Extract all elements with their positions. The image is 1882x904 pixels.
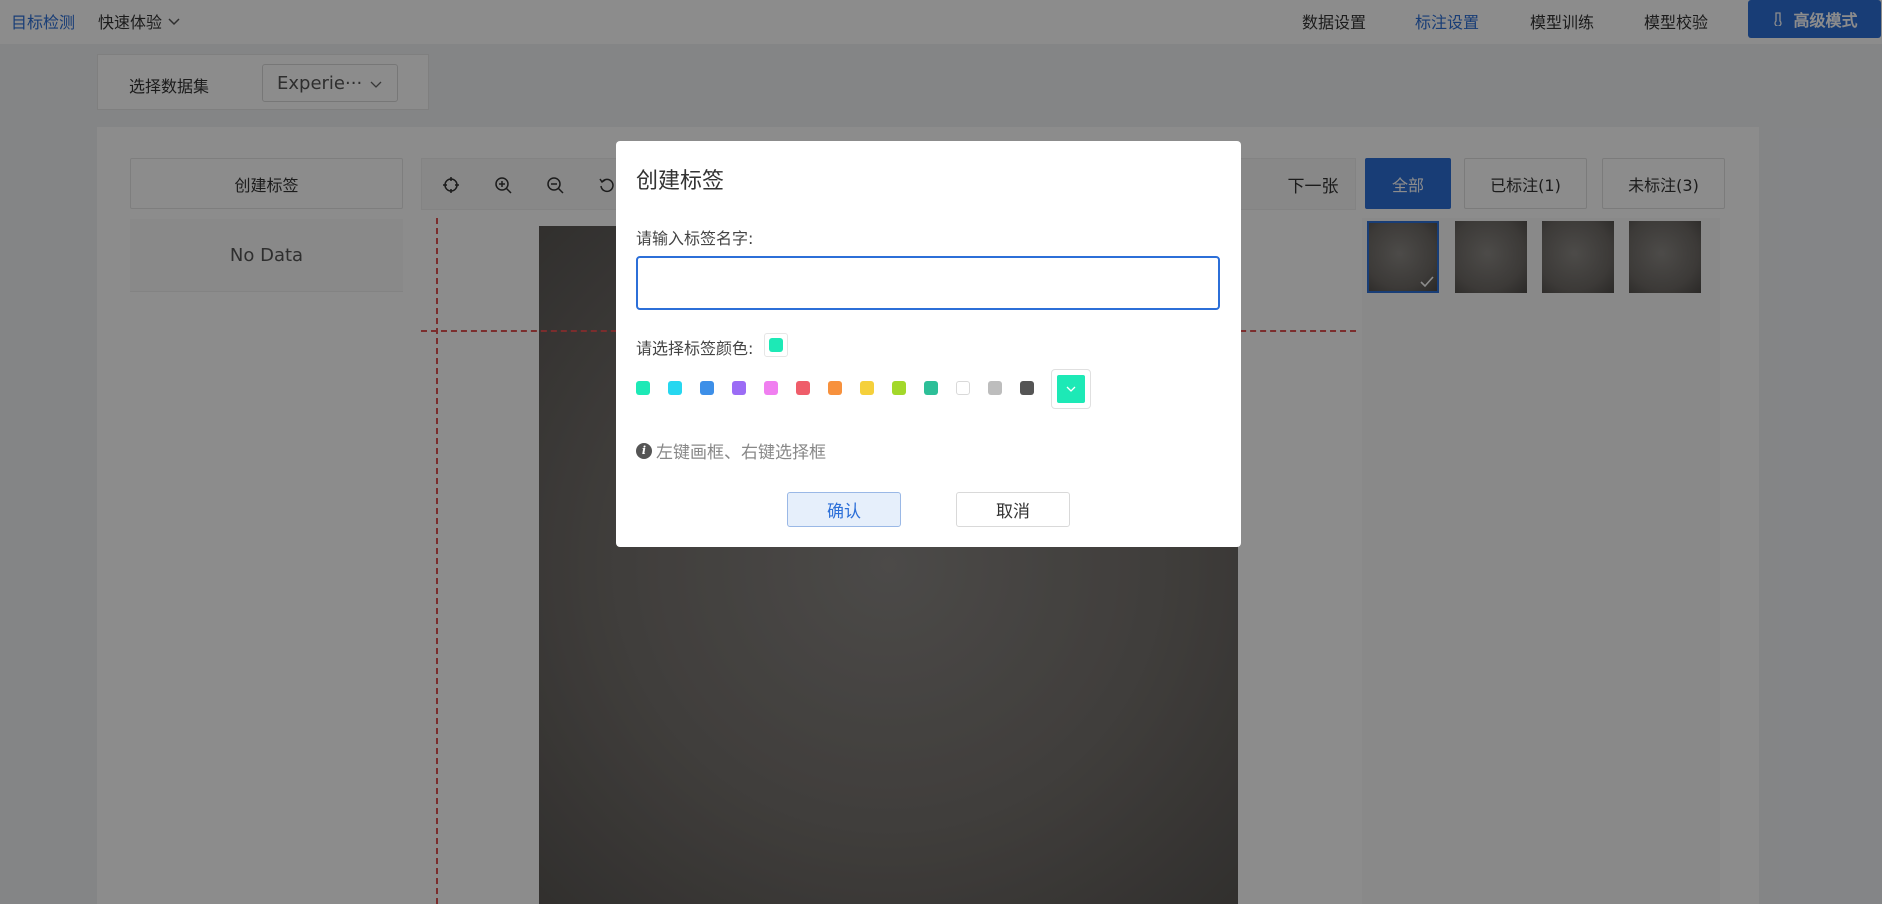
color-swatch[interactable] [636,381,650,395]
color-swatch[interactable] [828,381,842,395]
chevron-down-icon [1066,386,1076,392]
confirm-button[interactable]: 确认 [787,492,901,527]
color-swatch[interactable] [988,381,1002,395]
label-name-caption: 请输入标签名字: [636,229,754,248]
color-swatch[interactable] [1020,381,1034,395]
annotation-hint: i 左键画框、右键选择框 [636,438,826,463]
color-swatch[interactable] [764,381,778,395]
custom-color-picker[interactable] [1051,369,1091,409]
color-swatch[interactable] [796,381,810,395]
label-name-input[interactable] [636,256,1220,310]
color-swatch[interactable] [892,381,906,395]
color-swatch[interactable] [956,381,970,395]
custom-color-chip [1057,375,1085,403]
color-swatch[interactable] [924,381,938,395]
color-swatch[interactable] [700,381,714,395]
label-color-caption: 请选择标签颜色: [636,339,754,358]
info-icon: i [636,442,652,459]
color-swatch[interactable] [668,381,682,395]
current-color-chip [769,338,783,352]
color-swatch[interactable] [732,381,746,395]
hint-text: 左键画框、右键选择框 [656,443,826,463]
current-color-preview [764,333,788,357]
color-swatch[interactable] [860,381,874,395]
cancel-button[interactable]: 取消 [956,492,1070,527]
create-label-dialog: 创建标签 请输入标签名字: 请选择标签颜色: i 左键画框、右键选择框 确认 取… [616,141,1241,547]
dialog-title: 创建标签 [636,169,725,194]
